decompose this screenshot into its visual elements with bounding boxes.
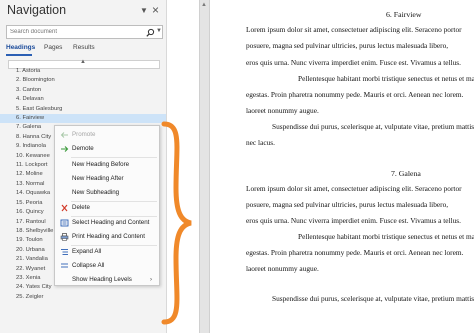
search-box: ▼ bbox=[6, 25, 163, 39]
heading-item[interactable]: 4. Delavan bbox=[0, 95, 166, 104]
heading-item[interactable]: 1. Astoria bbox=[0, 67, 166, 76]
active-tab-indicator bbox=[6, 54, 32, 56]
scroll-up-icon[interactable]: ▲ bbox=[201, 2, 207, 8]
menu-item-new-heading-before[interactable]: New Heading Before bbox=[55, 159, 159, 171]
tab-results[interactable]: Results bbox=[73, 44, 95, 51]
heading-item[interactable]: 2. Bloomington bbox=[0, 76, 166, 85]
heading-item[interactable]: 3. Canton bbox=[0, 86, 166, 95]
menu-item-label: Collapse All bbox=[72, 262, 105, 269]
close-icon[interactable]: × bbox=[152, 3, 159, 17]
tab-headings[interactable]: Headings bbox=[6, 44, 35, 51]
menu-item-label: Print Heading and Content bbox=[72, 233, 145, 240]
menu-item-new-subheading[interactable]: New Subheading bbox=[55, 187, 159, 199]
heading-item[interactable]: 5. East Galesburg bbox=[0, 105, 166, 114]
menu-item-promote[interactable]: Promote bbox=[55, 129, 159, 141]
document-line: laoreet nonummy augue. bbox=[246, 106, 319, 115]
menu-item-new-heading-after[interactable]: New Heading After bbox=[55, 173, 159, 185]
chevron-right-icon: › bbox=[150, 277, 152, 283]
document-heading: 6. Fairview bbox=[386, 10, 422, 19]
delete-x-icon bbox=[60, 204, 69, 212]
document-heading: 7. Galena bbox=[391, 169, 421, 178]
document-line: posuere, magna sed pulvinar ultricies, p… bbox=[246, 41, 449, 50]
menu-item-show-heading-levels[interactable]: Show Heading Levels › bbox=[55, 274, 159, 286]
document-line: eros quis urna. Nunc viverra imperdiet e… bbox=[246, 216, 461, 225]
menu-item-label: Demote bbox=[72, 145, 94, 152]
search-icon[interactable] bbox=[145, 26, 155, 38]
menu-item-label: Show Heading Levels bbox=[72, 276, 132, 283]
heading-item[interactable]: 25. Zeigler bbox=[0, 293, 166, 302]
document-line: Pellentesque habitant morbi tristique se… bbox=[298, 232, 474, 241]
menu-item-label: New Heading Before bbox=[72, 161, 130, 168]
document-line: laoreet nonummy augue. bbox=[246, 264, 319, 273]
menu-item-label: Delete bbox=[72, 204, 90, 211]
navigation-title: Navigation bbox=[7, 3, 67, 17]
document-line: Suspendisse dui purus, scelerisque at, v… bbox=[272, 122, 474, 131]
expand-icon bbox=[60, 248, 69, 256]
document-line: egestas. Proin pharetra nonummy pede. Ma… bbox=[246, 248, 464, 257]
menu-item-label: Promote bbox=[72, 131, 96, 138]
document-line: Lorem ipsum dolor sit amet, consectetuer… bbox=[246, 184, 462, 193]
document-line: egestas. Proin pharetra nonummy pede. Ma… bbox=[246, 90, 464, 99]
document-page[interactable]: 6. Fairview Lorem ipsum dolor sit amet, … bbox=[210, 0, 474, 333]
document-line: eros quis urna. Nunc viverra imperdiet e… bbox=[246, 58, 461, 67]
menu-item-collapse-all[interactable]: Collapse All bbox=[55, 260, 159, 272]
menu-item-select-heading-content[interactable]: Select Heading and Content bbox=[55, 217, 159, 229]
pane-options-icon[interactable]: ▼ bbox=[140, 7, 148, 15]
print-icon bbox=[60, 233, 69, 241]
menu-item-label: New Heading After bbox=[72, 175, 124, 182]
document-line: nec lacus. bbox=[246, 138, 275, 147]
curly-brace-annotation bbox=[161, 121, 192, 325]
brace-shape bbox=[161, 121, 192, 325]
document-line: Lorem ipsum dolor sit amet, consectetuer… bbox=[246, 25, 462, 34]
document-line: posuere, magna sed pulvinar ultricies, p… bbox=[246, 200, 449, 209]
heading-item-selected[interactable]: 6. Fairview bbox=[0, 114, 166, 124]
collapse-icon bbox=[60, 262, 69, 270]
menu-item-delete[interactable]: Delete bbox=[55, 202, 159, 214]
menu-item-demote[interactable]: Demote bbox=[55, 143, 159, 155]
context-menu: Promote Demote New Heading Before New He… bbox=[54, 125, 160, 286]
menu-item-expand-all[interactable]: Expand All bbox=[55, 246, 159, 258]
arrow-right-icon bbox=[60, 145, 69, 153]
menu-item-label: Select Heading and Content bbox=[72, 219, 150, 226]
document-line: Suspendisse dui purus, scelerisque at, v… bbox=[272, 294, 474, 303]
menu-item-print-heading-content[interactable]: Print Heading and Content bbox=[55, 231, 159, 243]
chevron-down-icon[interactable]: ▼ bbox=[156, 28, 162, 34]
menu-separator bbox=[71, 157, 157, 158]
tab-pages[interactable]: Pages bbox=[44, 44, 62, 51]
collapse-arrow-icon[interactable]: ▲ bbox=[80, 59, 86, 65]
vertical-scrollbar[interactable]: ▲ bbox=[199, 0, 210, 333]
menu-item-label: Expand All bbox=[72, 248, 102, 255]
search-input[interactable] bbox=[7, 26, 140, 38]
arrow-left-icon bbox=[60, 131, 69, 139]
document-line: Pellentesque habitant morbi tristique se… bbox=[298, 74, 474, 83]
select-icon bbox=[60, 219, 69, 227]
menu-item-label: New Subheading bbox=[72, 189, 120, 196]
